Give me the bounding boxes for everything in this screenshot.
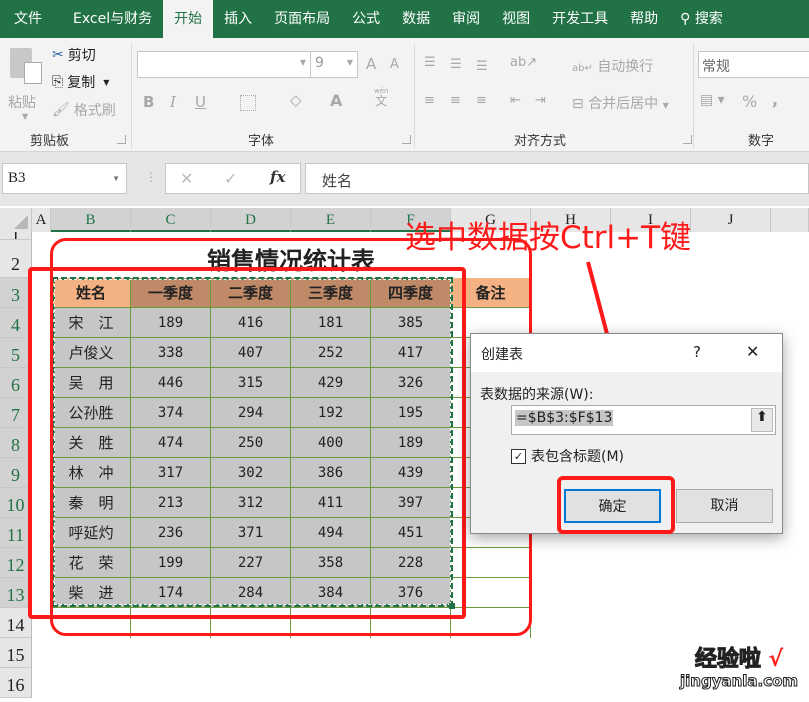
source-range-input[interactable]: =$B$3:$F$13 ⬆: [511, 405, 776, 435]
cancel-button[interactable]: 取消: [676, 489, 773, 523]
ok-button-highlight: [557, 476, 675, 534]
upload-arrow-icon: ⬆: [756, 409, 768, 425]
dialog-titlebar: 创建表 ? ✕: [471, 334, 782, 372]
close-button[interactable]: ✕: [746, 342, 759, 361]
has-headers-checkbox[interactable]: ✓ 表包含标题(M): [511, 446, 624, 466]
collapse-dialog-button[interactable]: ⬆: [751, 408, 773, 432]
help-button[interactable]: ?: [693, 343, 701, 361]
checkbox-icon: ✓: [511, 448, 526, 464]
watermark: 经验啦 √ jingyanla.com: [679, 647, 799, 691]
source-label: 表数据的来源(W):: [480, 387, 594, 403]
dialog-title: 创建表: [481, 347, 523, 363]
check-icon: √: [768, 647, 784, 672]
